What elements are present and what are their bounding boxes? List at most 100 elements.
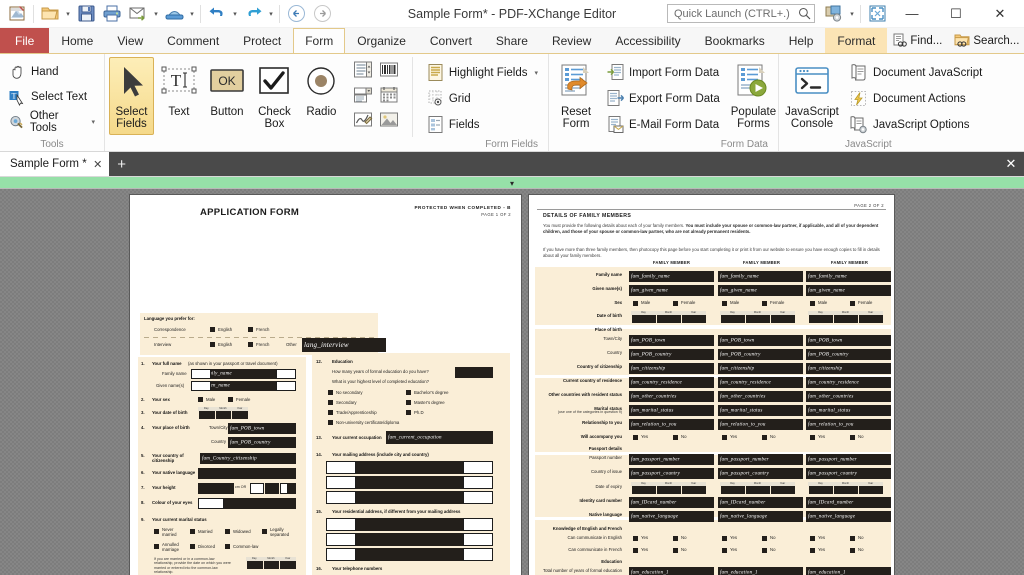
q1-given-name-suffix[interactable] [276, 381, 296, 391]
q2-female-checkbox[interactable] [228, 397, 233, 402]
q15-address-row-2-suffix[interactable] [463, 533, 493, 546]
page2-checkbox[interactable] [850, 536, 855, 541]
q7-height-in-field[interactable] [280, 483, 288, 494]
barcode-field-tool[interactable] [376, 57, 402, 82]
page2-field-1[interactable]: fam_passport_number [629, 454, 714, 465]
q12-masters-checkbox[interactable] [406, 400, 411, 405]
populate-forms-button[interactable]: Populate Forms [728, 57, 779, 135]
highlight-fields-button[interactable]: Highlight Fields ▾ [421, 60, 544, 85]
page2-field-1[interactable]: fam_marital_status [629, 405, 714, 416]
page2-field-2[interactable]: fam_family_name [718, 271, 803, 282]
tab-convert[interactable]: Convert [418, 28, 484, 53]
import-form-data-button[interactable]: Import Form Data [601, 60, 726, 85]
document-tab-sample-form[interactable]: Sample Form * ✕ [0, 152, 109, 176]
q3-date-of-birth-field[interactable]: Day Month Year [198, 407, 248, 419]
page2-field-2[interactable]: fam_country_residence [718, 377, 803, 388]
tab-organize[interactable]: Organize [345, 28, 418, 53]
scan-caret-icon[interactable]: ▾ [187, 2, 197, 26]
q15-address-row-2-prefix[interactable] [326, 533, 356, 546]
q7-height-cm-field[interactable] [198, 483, 234, 494]
page2-field-2[interactable]: fam_passport_country [718, 468, 803, 479]
page2-checkbox[interactable] [633, 435, 638, 440]
page2-checkbox[interactable] [762, 301, 767, 306]
q9-legally-separated-checkbox[interactable] [262, 529, 267, 534]
email-caret-icon[interactable]: ▾ [151, 2, 161, 26]
page2-field-1[interactable]: fam_native_language [629, 511, 714, 522]
minimize-button[interactable]: — [890, 0, 934, 28]
page2-field-1[interactable]: fam_passport_country [629, 468, 714, 479]
tab-review[interactable]: Review [540, 28, 603, 53]
page2-checkbox[interactable] [673, 536, 678, 541]
page2-field-2[interactable]: fam_education_1 [718, 567, 803, 575]
q5-citizenship-field[interactable]: fam_Country_citizenship [200, 453, 296, 464]
close-document-button[interactable]: ✕ [998, 152, 1024, 176]
page2-date-field[interactable]: Day Month Year [808, 482, 883, 494]
q15-address-row-3-suffix[interactable] [463, 548, 493, 561]
customize-toolbar-icon[interactable] [821, 2, 847, 26]
text-field-tool[interactable]: T Text [156, 57, 202, 135]
page2-field-2[interactable]: fam_passport_number [718, 454, 803, 465]
page2-checkbox[interactable] [850, 301, 855, 306]
q7-height-ft-field[interactable] [250, 483, 264, 494]
q12-trade-checkbox[interactable] [328, 410, 333, 415]
page2-field-3[interactable]: fam_education_1 [806, 567, 891, 575]
q15-address-row-3-prefix[interactable] [326, 548, 356, 561]
document-actions-button[interactable]: Document Actions [843, 86, 988, 111]
q7-height-in-unit[interactable] [288, 483, 296, 494]
page2-field-1[interactable]: fam_family_name [629, 271, 714, 282]
document-viewport[interactable]: APPLICATION FORM PROTECTED WHEN COMPLETE… [0, 189, 1024, 575]
search-button[interactable]: Search... [949, 30, 1024, 52]
page2-checkbox[interactable] [722, 301, 727, 306]
print-icon[interactable] [99, 2, 125, 26]
pdf-page-2[interactable]: PAGE 2 OF 2 DETAILS OF FAMILY MEMBERS Yo… [529, 195, 894, 575]
combo-box-field-tool[interactable] [350, 82, 376, 107]
correspondence-english-checkbox[interactable] [210, 327, 215, 332]
redo-caret-icon[interactable]: ▾ [266, 2, 276, 26]
q15-address-row-1-prefix[interactable] [326, 518, 356, 531]
new-tab-button[interactable]: + [111, 153, 133, 175]
q14-address-row-1-suffix[interactable] [463, 461, 493, 474]
find-button[interactable]: Find... [887, 30, 947, 52]
q9-divorced-checkbox[interactable] [190, 544, 195, 549]
close-button[interactable]: ✕ [978, 0, 1022, 28]
radio-field-tool[interactable]: Radio [299, 57, 344, 135]
page2-checkbox[interactable] [762, 536, 767, 541]
reset-form-button[interactable]: Reset Form [553, 57, 599, 135]
page2-checkbox[interactable] [810, 536, 815, 541]
date-field-tool[interactable] [376, 82, 402, 107]
page2-field-2[interactable]: fam_native_language [718, 511, 803, 522]
save-icon[interactable] [73, 2, 99, 26]
page2-field-2[interactable]: fam_IDcard_number [718, 497, 803, 508]
tab-comment[interactable]: Comment [155, 28, 231, 53]
signature-field-tool[interactable] [350, 107, 376, 132]
q1-given-name-prefix[interactable] [191, 381, 211, 391]
page2-checkbox[interactable] [673, 301, 678, 306]
tab-form[interactable]: Form [293, 28, 346, 53]
page2-field-1[interactable]: fam_given_name [629, 285, 714, 296]
correspondence-french-checkbox[interactable] [248, 327, 253, 332]
page2-field-3[interactable]: fam_relation_to_you [806, 419, 891, 430]
q8-eye-colour-prefix[interactable] [198, 498, 224, 509]
javascript-console-button[interactable]: JavaScript Console [783, 57, 841, 135]
tab-file[interactable]: File [0, 28, 50, 53]
q13-occupation-field[interactable]: fam_current_occupation [386, 431, 493, 444]
tab-protect[interactable]: Protect [231, 28, 293, 53]
page2-field-1[interactable]: fam_country_residence [629, 377, 714, 388]
q4-country-field[interactable]: fam_POB_country [228, 437, 296, 448]
q2-male-checkbox[interactable] [198, 397, 203, 402]
q14-address-row-1-prefix[interactable] [326, 461, 356, 474]
highlight-fields-caret-icon[interactable]: ▾ [534, 69, 538, 77]
page2-field-3[interactable]: fam_passport_number [806, 454, 891, 465]
fullscreen-icon[interactable] [864, 2, 890, 26]
list-box-field-tool[interactable] [350, 57, 376, 82]
q15-address-row-1-suffix[interactable] [463, 518, 493, 531]
tab-share[interactable]: Share [484, 28, 540, 53]
image-field-tool[interactable] [376, 107, 402, 132]
page2-checkbox[interactable] [722, 548, 727, 553]
q9-common-law-checkbox[interactable] [225, 544, 230, 549]
q9-widowed-checkbox[interactable] [225, 529, 230, 534]
select-text-tool[interactable]: T Select Text [4, 85, 92, 109]
other-tools-menu[interactable]: Other Tools ▾ [4, 110, 100, 134]
page2-field-1[interactable]: fam_education_1 [629, 567, 714, 575]
tab-view[interactable]: View [105, 28, 155, 53]
